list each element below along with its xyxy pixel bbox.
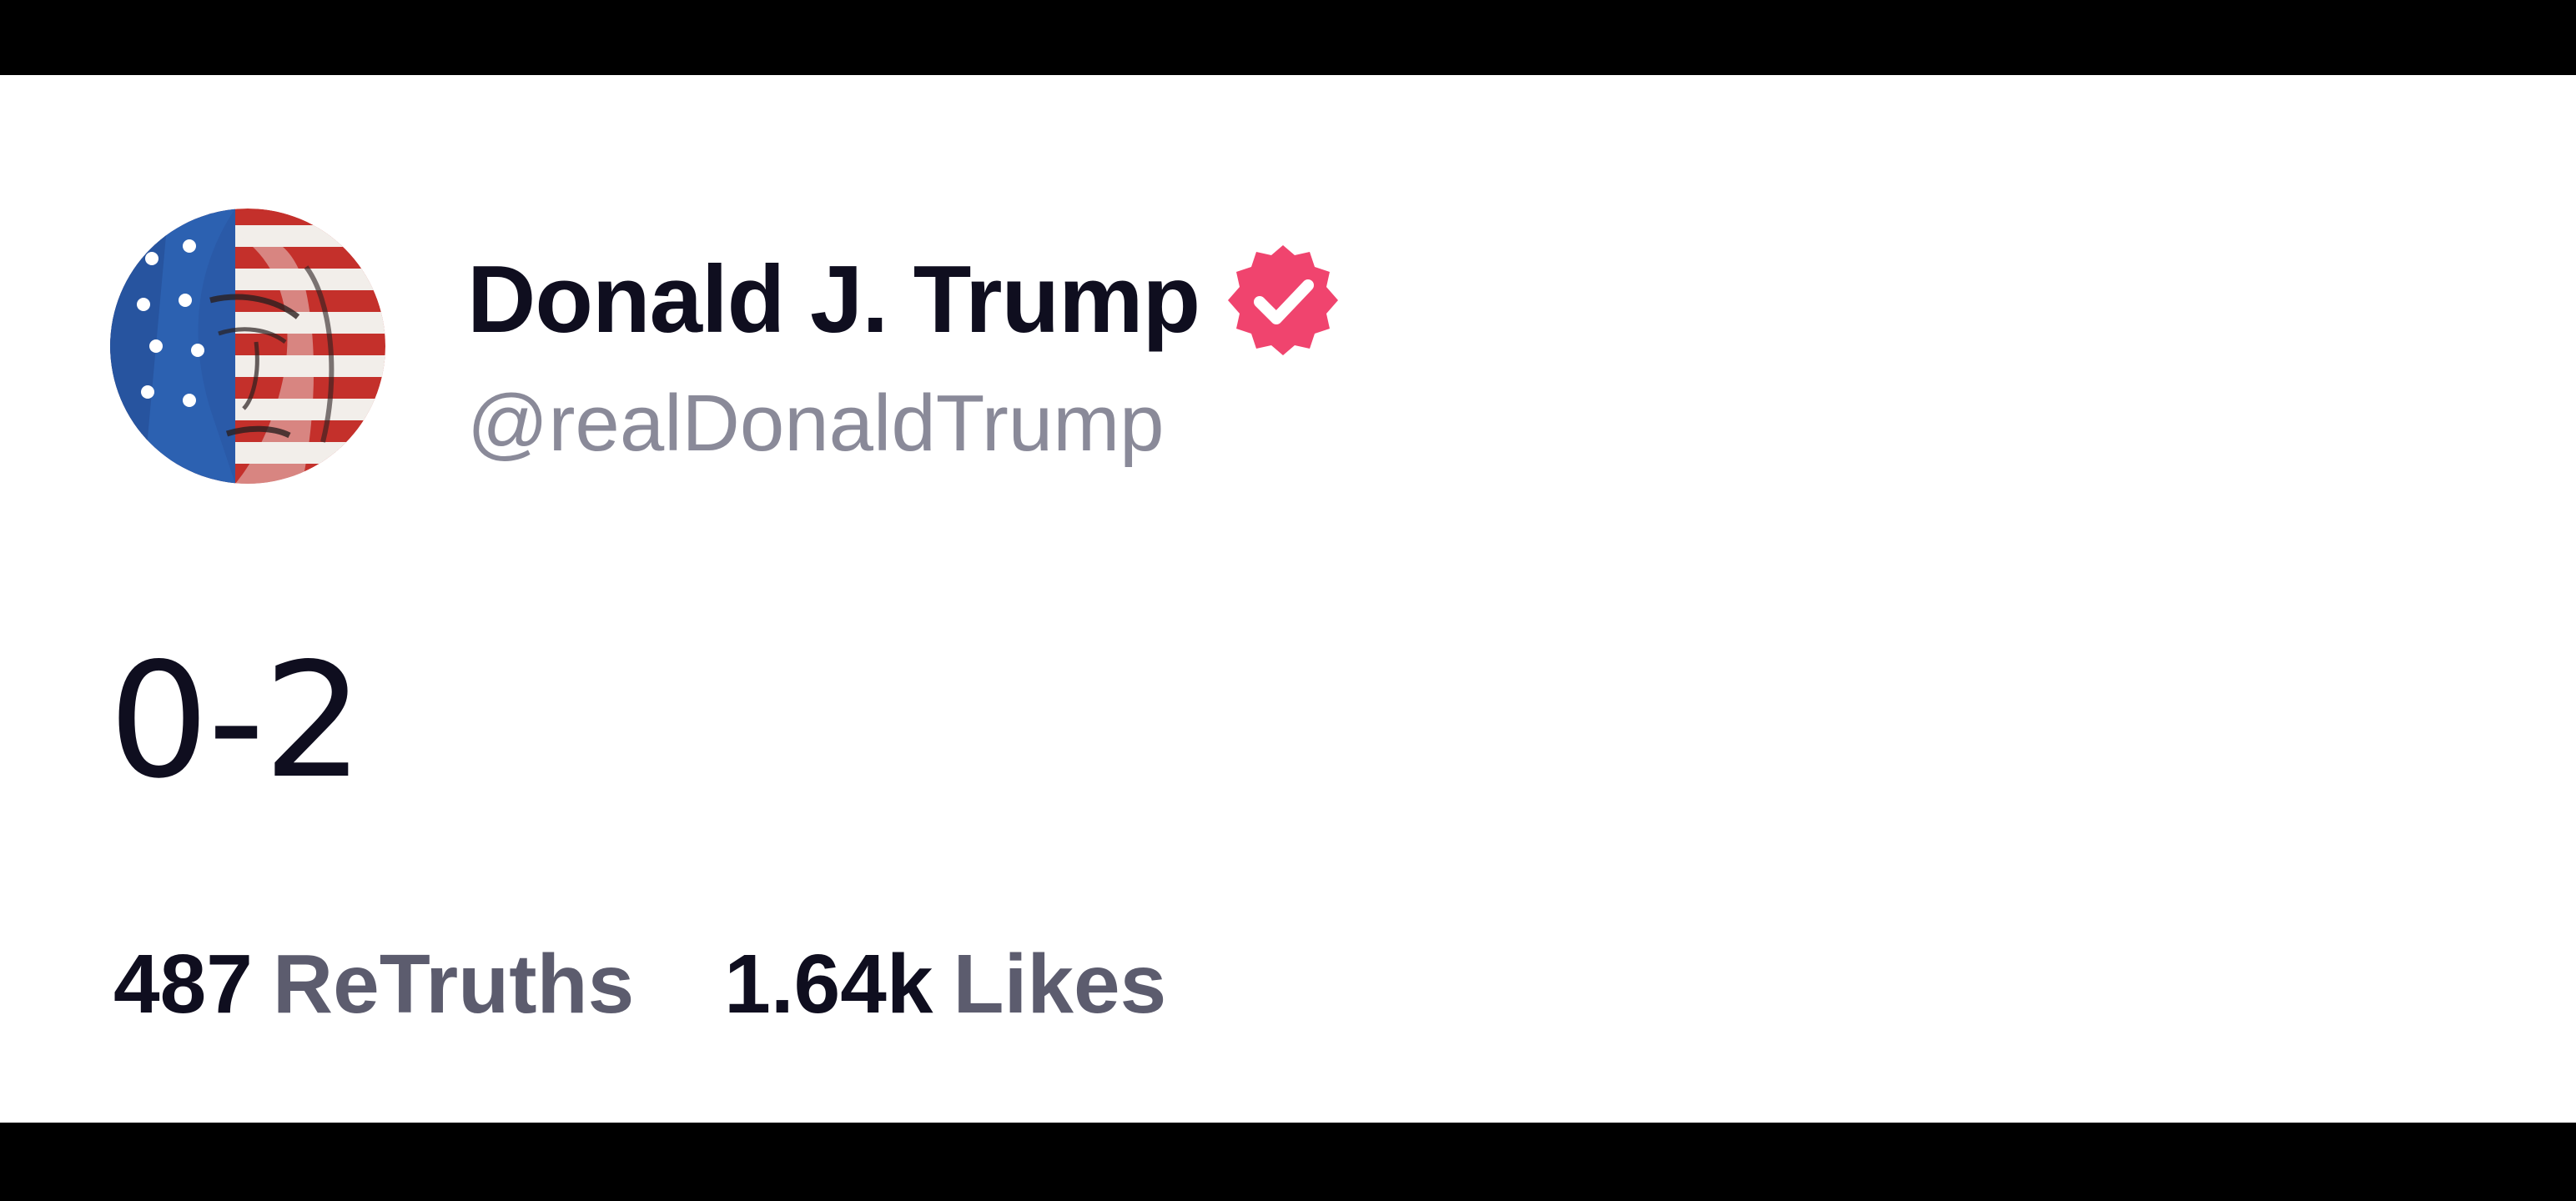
retruths-stat[interactable]: 487 ReTruths — [113, 942, 634, 1026]
verified-badge-icon — [1225, 242, 1341, 359]
author-handle[interactable]: @realDonaldTrump — [467, 384, 1165, 464]
retruths-label: ReTruths — [272, 937, 635, 1031]
post-stats: 487 ReTruths 1.64k Likes — [113, 942, 1166, 1026]
likes-count: 1.64k — [724, 937, 933, 1031]
flag-portrait-avatar-icon — [110, 209, 385, 484]
author-display-name[interactable]: Donald J. Trump — [467, 253, 1200, 348]
post-card[interactable]: Donald J. Trump @realDonaldTrump 0-2 487… — [0, 75, 2576, 1123]
likes-stat[interactable]: 1.64k Likes — [724, 942, 1166, 1026]
author-avatar[interactable] — [110, 209, 385, 484]
retruths-count: 487 — [113, 937, 253, 1031]
post-body-text: 0-2 — [108, 629, 364, 813]
screenshot-frame: Donald J. Trump @realDonaldTrump 0-2 487… — [0, 0, 2576, 1201]
author-name-row[interactable]: Donald J. Trump — [467, 242, 1341, 359]
likes-label: Likes — [953, 937, 1167, 1031]
